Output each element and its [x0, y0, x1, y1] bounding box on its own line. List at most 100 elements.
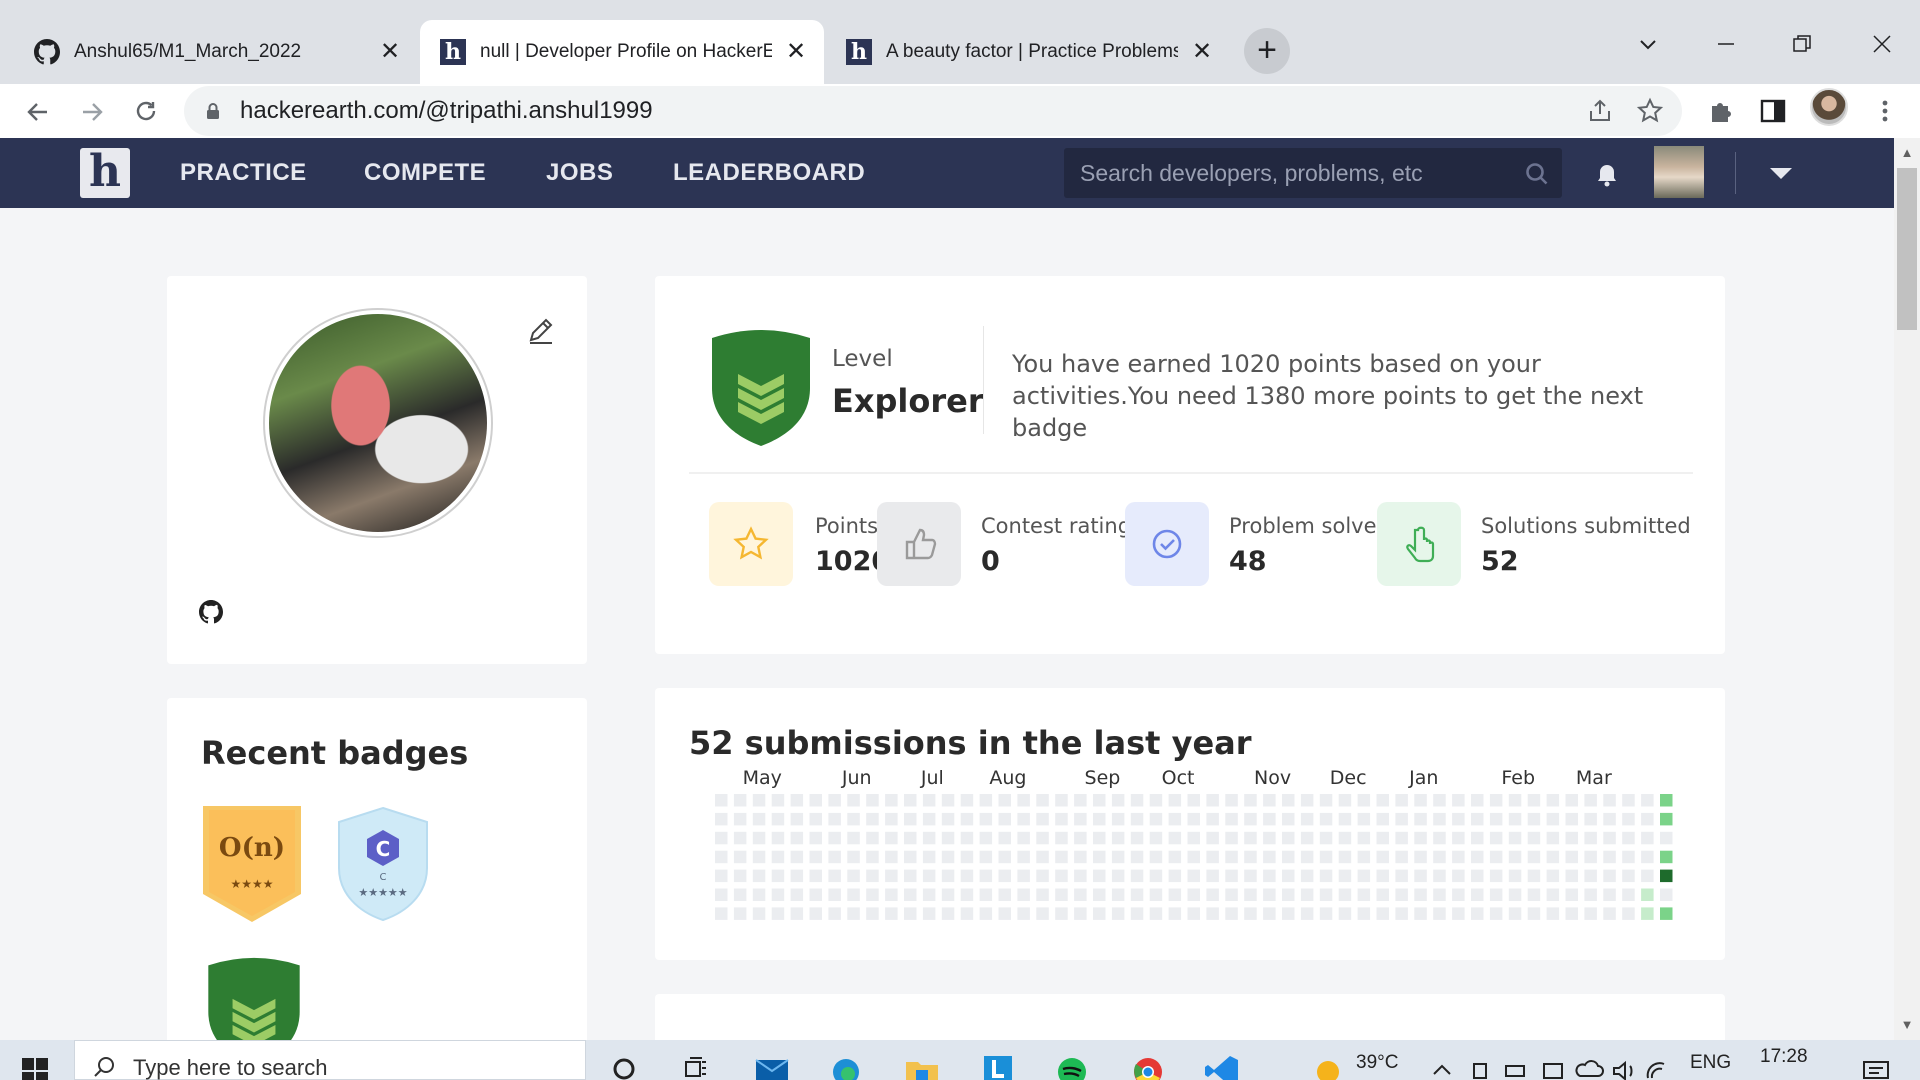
heatmap-cell[interactable] — [1168, 812, 1182, 826]
heatmap-cell[interactable] — [1225, 812, 1238, 826]
heatmap-cell[interactable] — [941, 907, 955, 920]
browser-tab-profile[interactable]: h null | Developer Profile on HackerEart… — [420, 20, 824, 84]
close-icon[interactable]: ✕ — [784, 40, 808, 64]
heatmap-cell[interactable] — [1376, 831, 1390, 845]
heatmap-cell[interactable] — [941, 850, 955, 864]
heatmap-cell[interactable] — [1357, 869, 1371, 883]
scrollbar-thumb[interactable] — [1897, 168, 1917, 330]
heatmap-cell[interactable] — [1225, 794, 1238, 807]
heatmap-cell[interactable] — [1641, 850, 1654, 864]
heatmap-cell[interactable] — [1130, 888, 1144, 902]
heatmap-cell[interactable] — [1584, 812, 1597, 826]
heatmap-cell[interactable] — [1168, 831, 1182, 845]
heatmap-cell[interactable] — [1433, 869, 1446, 883]
heatmap-cell[interactable] — [1357, 831, 1371, 845]
heatmap-cell[interactable] — [1263, 812, 1276, 826]
heatmap-cell[interactable] — [771, 831, 785, 845]
heatmap-cell[interactable] — [1206, 888, 1219, 902]
heatmap-cell[interactable] — [1414, 831, 1427, 845]
heatmap-cell[interactable] — [1660, 831, 1673, 845]
heatmap-cell[interactable] — [1036, 794, 1049, 807]
heatmap-cell[interactable] — [1300, 794, 1314, 807]
heatmap-cell[interactable] — [1338, 850, 1352, 864]
heatmap-cell[interactable] — [1036, 831, 1049, 845]
heatmap-cell[interactable] — [1622, 888, 1635, 902]
heatmap-cell[interactable] — [828, 850, 841, 864]
heatmap-cell[interactable] — [998, 812, 1012, 826]
heatmap-cell[interactable] — [715, 794, 728, 807]
heatmap-cell[interactable] — [1055, 869, 1068, 883]
heatmap-cell[interactable] — [1319, 907, 1333, 920]
heatmap-cell[interactable] — [1603, 869, 1616, 883]
heatmap-cell[interactable] — [1338, 831, 1352, 845]
heatmap-cell[interactable] — [1225, 907, 1238, 920]
heatmap-cell[interactable] — [979, 869, 993, 883]
heatmap-cell[interactable] — [1584, 869, 1597, 883]
heatmap-cell[interactable] — [998, 869, 1012, 883]
heatmap-cell[interactable] — [1622, 831, 1635, 845]
heatmap-cell[interactable] — [790, 794, 804, 807]
heatmap-cell[interactable] — [1508, 888, 1522, 902]
heatmap-cell[interactable] — [1168, 850, 1182, 864]
heatmap-cell[interactable] — [1471, 812, 1484, 826]
heatmap-cell[interactable] — [1338, 888, 1352, 902]
heatmap-cell[interactable] — [941, 812, 955, 826]
heatmap-cell[interactable] — [1395, 869, 1408, 883]
heatmap-cell[interactable] — [733, 907, 747, 920]
heatmap-cell[interactable] — [979, 907, 993, 920]
heatmap-cell[interactable] — [1093, 794, 1106, 807]
heatmap-cell[interactable] — [1489, 907, 1503, 920]
edge-icon[interactable] — [826, 1050, 866, 1080]
heatmap-cell[interactable] — [771, 907, 785, 920]
heatmap-cell[interactable] — [1414, 812, 1427, 826]
browser-tab-practice[interactable]: h A beauty factor | Practice Problems ✕ — [826, 20, 1230, 84]
heatmap-cell[interactable] — [1055, 888, 1068, 902]
more-menu-icon[interactable] — [1870, 96, 1900, 126]
heatmap-cell[interactable] — [1300, 812, 1314, 826]
heatmap-cell[interactable] — [960, 907, 974, 920]
heatmap-cell[interactable] — [771, 869, 785, 883]
heatmap-cell[interactable] — [1244, 850, 1257, 864]
heatmap-cell[interactable] — [1452, 869, 1465, 883]
heatmap-cell[interactable] — [1471, 831, 1484, 845]
heatmap-cell[interactable] — [733, 869, 747, 883]
heatmap-cell[interactable] — [922, 869, 936, 883]
heatmap-cell[interactable] — [828, 869, 841, 883]
heatmap-cell[interactable] — [1565, 888, 1579, 902]
heatmap-cell[interactable] — [998, 831, 1012, 845]
heatmap-cell[interactable] — [885, 812, 898, 826]
heatmap-cell[interactable] — [1660, 850, 1673, 864]
heatmap-cell[interactable] — [790, 850, 804, 864]
heatmap-cell[interactable] — [941, 888, 955, 902]
heatmap-cell[interactable] — [885, 794, 898, 807]
heatmap-cell[interactable] — [1357, 812, 1371, 826]
heatmap-cell[interactable] — [1225, 850, 1238, 864]
new-tab-button[interactable]: + — [1244, 28, 1290, 74]
heatmap-cell[interactable] — [1546, 831, 1560, 845]
heatmap-cell[interactable] — [1282, 831, 1295, 845]
heatmap-cell[interactable] — [1093, 850, 1106, 864]
heatmap-cell[interactable] — [1433, 888, 1446, 902]
heatmap-cell[interactable] — [1546, 869, 1560, 883]
heatmap-cell[interactable] — [1527, 850, 1541, 864]
l-app-icon[interactable] — [978, 1050, 1018, 1080]
heatmap-cell[interactable] — [1130, 812, 1144, 826]
heatmap-cell[interactable] — [1149, 869, 1163, 883]
close-icon[interactable]: ✕ — [378, 40, 402, 64]
chrome-profile-avatar[interactable] — [1810, 88, 1848, 126]
heatmap-cell[interactable] — [1074, 850, 1087, 864]
heatmap-cell[interactable] — [1414, 907, 1427, 920]
heatmap-cell[interactable] — [922, 831, 936, 845]
heatmap-cell[interactable] — [715, 869, 728, 883]
heatmap-cell[interactable] — [1206, 831, 1219, 845]
heatmap-cell[interactable] — [1093, 869, 1106, 883]
heatmap-cell[interactable] — [1149, 888, 1163, 902]
heatmap-cell[interactable] — [979, 831, 993, 845]
heatmap-cell[interactable] — [1452, 888, 1465, 902]
heatmap-cell[interactable] — [1603, 831, 1616, 845]
heatmap-cell[interactable] — [1225, 831, 1238, 845]
heatmap-cell[interactable] — [1489, 888, 1503, 902]
heatmap-cell[interactable] — [1282, 794, 1295, 807]
heatmap-cell[interactable] — [1452, 794, 1465, 807]
heatmap-cell[interactable] — [1471, 907, 1484, 920]
